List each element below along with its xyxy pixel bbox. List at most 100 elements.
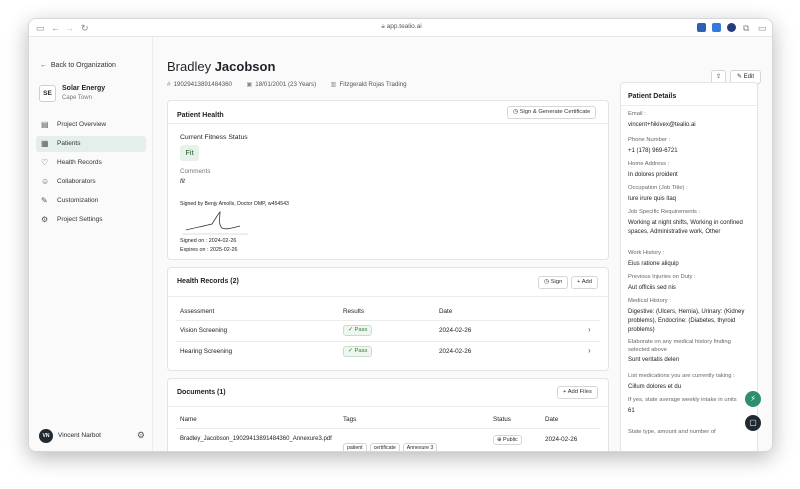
org-avatar: SE [39,85,56,102]
patient-first-name: Bradley [167,59,212,74]
column-header-assessment: Assessment [180,308,215,315]
detail-label: Occupation (Job Title) : [628,185,688,191]
calendar-icon: ▣ [246,81,253,88]
documents-title: Documents (1) [177,389,226,396]
detail-value: Eius ratione aliquip [628,260,679,267]
detail-value: Aut officiis sed nis [628,284,676,291]
tabs-icon[interactable]: ⧉ [743,22,749,34]
documents-card: Documents (1) + Add Files Name Tags Stat… [167,378,609,451]
extension-icon[interactable] [712,23,721,32]
column-header-date: Date [439,308,453,315]
user-name: Vincent Narbot [58,432,101,439]
table-row[interactable]: Bradley_Jacobson_19029413891484360_Annex… [168,429,608,451]
detail-field: Previous Injuries on Duty : Aut officiis … [628,274,752,293]
health-records-title: Health Records (2) [177,278,239,285]
settings-gear-icon[interactable]: ⚙ [137,430,145,441]
detail-label: Previous Injuries on Duty : [628,274,696,280]
detail-field: If yes, state average weekly intake in u… [628,397,752,416]
back-to-organization-link[interactable]: ← Back to Organization [40,62,116,69]
plus-icon: + [563,389,567,395]
fitness-status-label: Current Fitness Status [180,134,248,141]
comments-label: Comments [180,168,211,175]
sidebar-item-customization[interactable]: ✎ Customization [36,193,146,209]
sidebar-item-project-settings[interactable]: ⚙ Project Settings [36,212,146,228]
sidebar-item-label: Collaborators [57,178,96,185]
add-record-button[interactable]: + Add [571,276,599,289]
clock-icon: ◷ [544,279,550,285]
result-text: Pass [354,327,368,333]
detail-value: Iure irure quis itaq [628,195,677,202]
signed-by: Signed by Benjy Amolls, Doctor OMP, w454… [180,201,289,207]
detail-label: Medical History : [628,298,671,304]
overview-icon: ▤ [41,120,49,129]
users-icon: ☺ [41,177,50,186]
page-title: Bradley Jacobson [167,59,275,74]
sign-generate-certificate-button[interactable]: ◷ Sign & Generate Certificate [507,106,597,119]
sidebar-item-label: Project Settings [57,216,103,223]
sidebar-item-label: Customization [57,197,99,204]
signature-icon [182,211,248,235]
detail-label: Phone Number : [628,137,671,143]
add-files-button[interactable]: + Add Files [557,386,598,399]
health-records-card: Health Records (2) ◷ Sign + Add Assessme… [167,267,609,371]
extension-icon[interactable] [697,23,706,32]
document-date: 2024-02-26 [545,436,578,443]
detail-field: Job Specific Requirements : Working at ni… [628,209,752,237]
detail-label: Job Specific Requirements : [628,209,701,215]
check-icon: ✓ [348,327,353,333]
add-label: Add [581,279,593,285]
result-text: Pass [354,348,368,354]
browser-toolbar: ▭ ← → ↻ 🔒︎ app.tealio.ai ⧉ ▭ [29,19,772,37]
detail-field: Phone Number : +1 (178) 969-6721 [628,137,752,156]
sign-records-button[interactable]: ◷ Sign [538,276,569,289]
gear-icon: ⚙ [41,215,49,224]
url-text: app.tealio.ai [386,23,422,30]
sidebar-item-collaborators[interactable]: ☺ Collaborators [36,174,146,190]
detail-label: List medications you are currently takin… [628,373,735,379]
fitness-status-badge: Fit [180,145,199,161]
chat-icon[interactable]: ▢ [745,415,761,431]
detail-value: +1 (178) 969-6721 [628,147,678,154]
sidebar-item-label: Patients [57,140,81,147]
detail-label: State type, amount and number of [628,429,716,435]
column-header-date: Date [545,416,559,423]
sidebar-item-patients[interactable]: ▦ Patients [36,136,146,152]
detail-field: Medical History : Digestive: (Ulcers, Her… [628,298,752,335]
tag: patient [343,443,367,451]
user-menu[interactable]: VN Vincent Narbot ⚙ [39,429,145,445]
detail-value: Working at night shifts, Working in conf… [628,219,743,235]
sidebar-item-project-overview[interactable]: ▤ Project Overview [36,117,146,133]
address-bar[interactable]: 🔒︎ app.tealio.ai [29,23,772,31]
detail-value: Digestive: (Ulcers, Hernia), Urinary: (K… [628,308,745,333]
detail-label: Email : [628,111,646,117]
patient-meta: #19029413891484360 ▣ 18/01/2001 (23 Years… [167,81,407,88]
expires-on: Expires on : 2025-02-26 [180,247,238,253]
column-header-results: Results [343,308,364,315]
upload-icon: ⇪ [715,74,722,80]
lightning-icon[interactable]: ⚡︎ [745,391,761,407]
document-name: Bradley_Jacobson_19029413891484360_Annex… [180,436,332,442]
detail-label: Elaborate on any medical history finding… [628,339,731,353]
chevron-right-icon[interactable]: › [588,346,591,355]
building-icon: ▥ [330,81,337,88]
column-header-tags: Tags [343,416,357,423]
chevron-right-icon[interactable]: › [588,325,591,334]
patient-employer: Fitzgerald Rojas Trading [339,81,407,88]
detail-value: 61 [628,407,635,414]
lock-icon: 🔒︎ [381,23,385,30]
record-date: 2024-02-26 [439,327,472,334]
column-header-name: Name [180,416,197,423]
patient-dob: 18/01/2001 (23 Years) [255,81,317,88]
back-label: Back to Organization [50,62,116,69]
extension-icon[interactable] [727,23,736,32]
table-row[interactable]: Vision Screening ✓ Pass 2024-02-26 › [168,321,608,341]
patient-health-title: Patient Health [177,112,224,119]
table-row[interactable]: Hearing Screening ✓ Pass 2024-02-26 › [168,342,608,362]
detail-label: Work History : [628,250,665,256]
sidebar-item-health-records[interactable]: ♡ Health Records [36,155,146,171]
globe-icon: ⊕ [497,437,502,443]
sidebar-right-icon[interactable]: ▭ [758,22,767,34]
detail-field: List medications you are currently takin… [628,373,752,392]
document-tags: patient certificate Annexure 3 [343,436,440,451]
status-text: Public [503,437,518,443]
